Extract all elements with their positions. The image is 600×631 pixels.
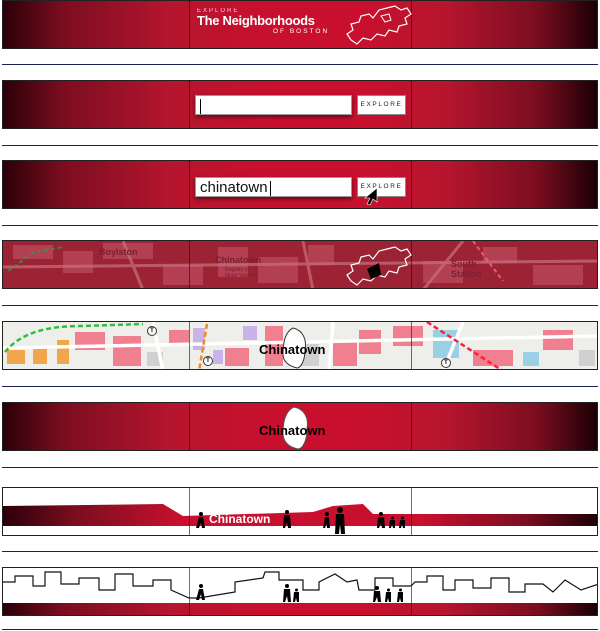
logo-title: The Neighborhoods [197, 13, 315, 28]
column-divider [189, 1, 190, 48]
boston-map-icon [346, 5, 412, 45]
column-divider [189, 403, 190, 450]
column-divider [411, 161, 412, 208]
explore-button[interactable]: EXPLORE [357, 95, 406, 115]
search-input-value: chinatown [200, 179, 268, 196]
pedestrian-silhouettes [196, 507, 405, 534]
boston-map-icon [346, 246, 412, 286]
transit-stop-icon: T [441, 358, 451, 368]
faded-map-background [3, 241, 597, 288]
column-divider [189, 241, 190, 288]
frame-separator [2, 145, 598, 146]
frame-separator [2, 225, 598, 226]
neighborhood-label: Chinatown [259, 342, 326, 357]
transit-stop-icon: T [147, 326, 157, 336]
map-label-boylston: Boylston [99, 247, 138, 257]
app-logo: EXPLORE The Neighborhoods OF BOSTON [197, 8, 329, 35]
frame-separator [2, 305, 598, 306]
map-label-south-station: South Station [451, 259, 482, 279]
map-frame: T T T Chinatown [2, 321, 598, 370]
frame-separator [2, 467, 598, 468]
column-divider [411, 322, 412, 369]
column-divider [189, 81, 190, 128]
search-input[interactable] [195, 95, 352, 115]
map-overlay-frame: Boylston Chinatown South Station Registr… [2, 240, 598, 289]
map-label-registry: Registry of Motor Vehicles [225, 267, 258, 279]
text-caret [269, 180, 271, 196]
column-divider [189, 161, 190, 208]
pedestrian-silhouettes [196, 584, 403, 602]
frame-separator [2, 629, 598, 630]
transition-frame: Chinatown [2, 402, 598, 451]
frame-separator [2, 386, 598, 387]
search-frame-empty: EXPLORE [2, 80, 598, 129]
logo-subtitle: OF BOSTON [273, 28, 330, 35]
column-divider [411, 81, 412, 128]
street-band-frame: Chinatown [2, 487, 598, 536]
transit-stop-icon: T [203, 356, 213, 366]
header-frame: EXPLORE The Neighborhoods OF BOSTON [2, 0, 598, 49]
search-input[interactable]: chinatown [195, 177, 352, 197]
neighborhood-label: Chinatown [259, 423, 326, 438]
frame-separator [2, 64, 598, 65]
skyline-frame [2, 567, 598, 616]
map-label-chinatown: Chinatown [215, 255, 261, 265]
search-frame-filled: chinatown EXPLORE [2, 160, 598, 209]
text-caret [200, 98, 201, 114]
column-divider [189, 322, 190, 369]
frame-separator [2, 551, 598, 552]
logo-kicker: EXPLORE [197, 8, 240, 14]
cursor-arrow-icon [364, 187, 378, 206]
column-divider [411, 403, 412, 450]
